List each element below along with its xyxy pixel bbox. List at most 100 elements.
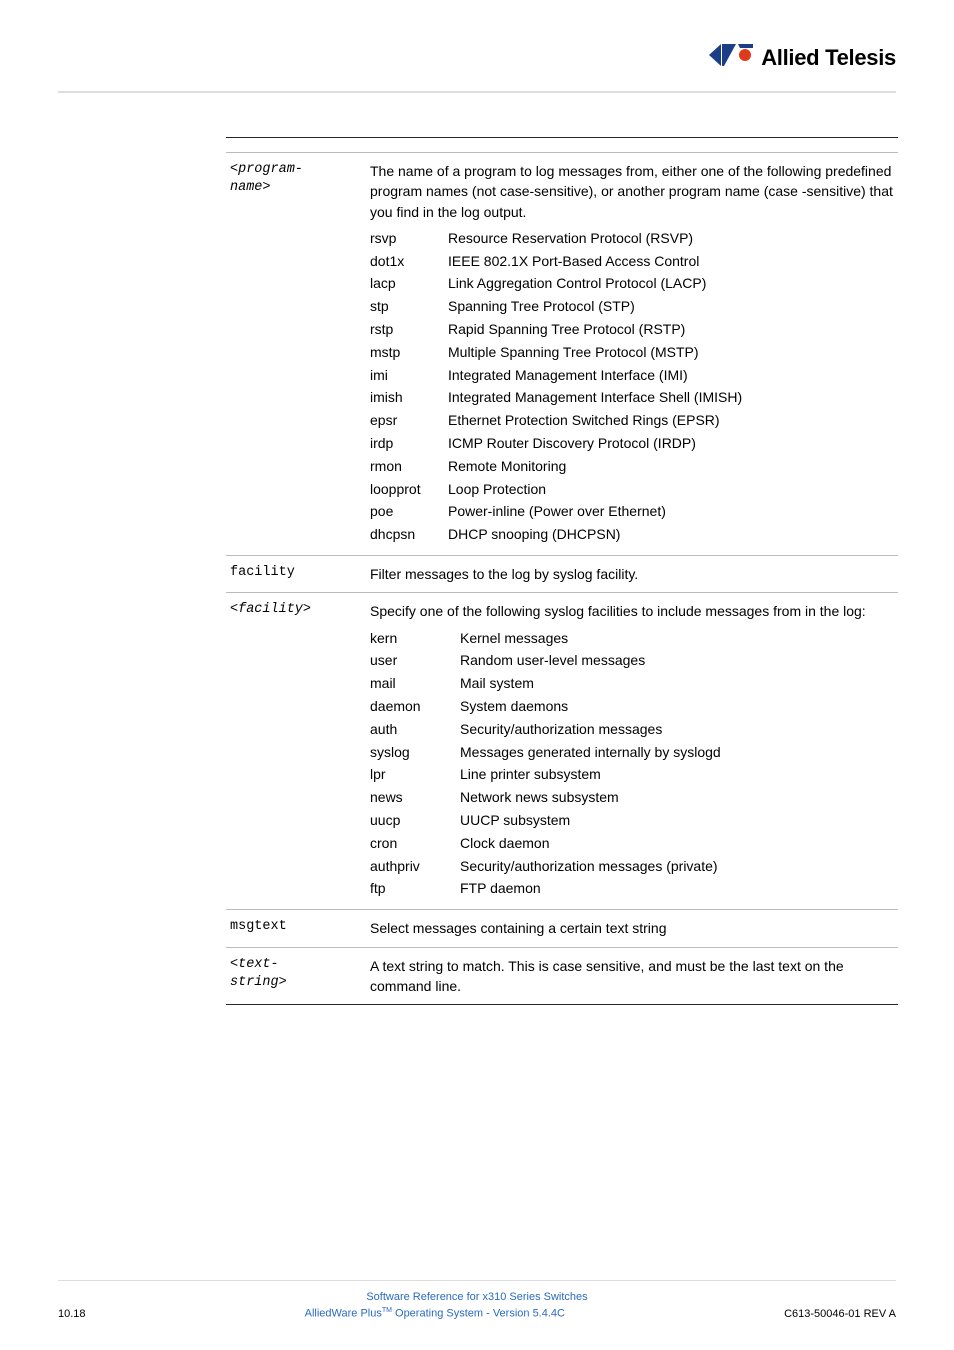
list-item-value: Rapid Spanning Tree Protocol (RSTP)	[448, 319, 894, 339]
list-item-key: news	[370, 787, 460, 807]
list-item-key: lpr	[370, 764, 460, 784]
list-item: imiIntegrated Management Interface (IMI)	[370, 365, 894, 385]
list-item: rstpRapid Spanning Tree Protocol (RSTP)	[370, 319, 894, 339]
brand-logo: Allied Telesis	[709, 44, 896, 71]
list-item-value: Ethernet Protection Switched Rings (EPSR…	[448, 410, 894, 430]
table-rule	[226, 137, 898, 138]
list-item-value: Resource Reservation Protocol (RSVP)	[448, 228, 894, 248]
param-label: <text- string>	[230, 956, 370, 992]
list-item: stpSpanning Tree Protocol (STP)	[370, 296, 894, 316]
list-item: mstpMultiple Spanning Tree Protocol (MST…	[370, 342, 894, 362]
page-footer: Software Reference for x310 Series Switc…	[58, 1280, 896, 1320]
list-item-key: loopprot	[370, 479, 448, 499]
list-item-key: rmon	[370, 456, 448, 476]
list-item: newsNetwork news subsystem	[370, 787, 894, 807]
list-item-key: poe	[370, 501, 448, 521]
list-item-key: irdp	[370, 433, 448, 453]
list-item-value: Integrated Management Interface (IMI)	[448, 365, 894, 385]
list-item: poePower-inline (Power over Ethernet)	[370, 501, 894, 521]
list-item: cronClock daemon	[370, 833, 894, 853]
brand-name: Allied Telesis	[761, 45, 896, 71]
list-item-value: DHCP snooping (DHCPSN)	[448, 524, 894, 544]
list-item-value: IEEE 802.1X Port-Based Access Control	[448, 251, 894, 271]
list-item: userRandom user-level messages	[370, 650, 894, 670]
list-item: loopprotLoop Protection	[370, 479, 894, 499]
list-item-key: auth	[370, 719, 460, 739]
list-item-value: ICMP Router Discovery Protocol (IRDP)	[448, 433, 894, 453]
list-item-key: epsr	[370, 410, 448, 430]
footer-product-prefix: AlliedWare Plus	[305, 1308, 382, 1320]
list-item: lprLine printer subsystem	[370, 764, 894, 784]
list-item-value: Random user-level messages	[460, 650, 894, 670]
param-row-msgtext: msgtext Select messages containing a cer…	[226, 910, 898, 946]
list-item: kernKernel messages	[370, 628, 894, 648]
list-item: irdpICMP Router Discovery Protocol (IRDP…	[370, 433, 894, 453]
param-label: <facility>	[230, 601, 370, 619]
list-item-value: Multiple Spanning Tree Protocol (MSTP)	[448, 342, 894, 362]
list-item-value: Messages generated internally by syslogd	[460, 742, 894, 762]
list-item-key: rsvp	[370, 228, 448, 248]
list-item: dot1xIEEE 802.1X Port-Based Access Contr…	[370, 251, 894, 271]
header-rule	[58, 91, 896, 93]
param-label: <program- name>	[230, 161, 370, 197]
list-item-key: mail	[370, 673, 460, 693]
list-item-key: kern	[370, 628, 460, 648]
list-item: authprivSecurity/authorization messages …	[370, 856, 894, 876]
list-item-key: uucp	[370, 810, 460, 830]
list-item-value: Network news subsystem	[460, 787, 894, 807]
trademark-icon: TM	[382, 1307, 392, 1314]
param-label: msgtext	[230, 918, 370, 936]
list-item-value: Spanning Tree Protocol (STP)	[448, 296, 894, 316]
list-item: daemonSystem daemons	[370, 696, 894, 716]
list-item-value: Mail system	[460, 673, 894, 693]
list-item-value: Line printer subsystem	[460, 764, 894, 784]
param-description: Specify one of the following syslog faci…	[370, 601, 894, 621]
param-description: Filter messages to the log by syslog fac…	[370, 564, 894, 584]
param-row-program-name: <program- name> The name of a program to…	[226, 153, 898, 555]
list-item-key: dhcpsn	[370, 524, 448, 544]
footer-product-suffix: Operating System - Version 5.4.4C	[392, 1308, 565, 1320]
header-logo-row: Allied Telesis	[58, 44, 896, 71]
table-rule	[226, 1004, 898, 1005]
list-item-value: Loop Protection	[448, 479, 894, 499]
list-item-key: mstp	[370, 342, 448, 362]
footer-doc-ref: C613-50046-01 REV A	[784, 1308, 896, 1320]
list-item-value: Security/authorization messages (private…	[460, 856, 894, 876]
list-item-value: Link Aggregation Control Protocol (LACP)	[448, 273, 894, 293]
list-item-key: imi	[370, 365, 448, 385]
list-item-key: imish	[370, 387, 448, 407]
param-row-text-string: <text- string> A text string to match. T…	[226, 948, 898, 1005]
param-label: facility	[230, 564, 370, 582]
param-description: A text string to match. This is case sen…	[370, 956, 894, 997]
list-item: dhcpsnDHCP snooping (DHCPSN)	[370, 524, 894, 544]
list-item-value: FTP daemon	[460, 878, 894, 898]
param-description: Select messages containing a certain tex…	[370, 918, 894, 938]
list-item-key: dot1x	[370, 251, 448, 271]
list-item-key: daemon	[370, 696, 460, 716]
list-item: uucpUUCP subsystem	[370, 810, 894, 830]
param-row-facility: facility Filter messages to the log by s…	[226, 556, 898, 592]
list-item-value: Clock daemon	[460, 833, 894, 853]
list-item-value: Kernel messages	[460, 628, 894, 648]
parameter-table: <program- name> The name of a program to…	[226, 137, 898, 1005]
list-item-value: Power-inline (Power over Ethernet)	[448, 501, 894, 521]
list-item-key: rstp	[370, 319, 448, 339]
footer-title: Software Reference for x310 Series Switc…	[58, 1291, 896, 1303]
list-item: mailMail system	[370, 673, 894, 693]
param-description: The name of a program to log messages fr…	[370, 161, 894, 222]
list-item: rmonRemote Monitoring	[370, 456, 894, 476]
brand-mark-icon	[709, 44, 753, 71]
list-item: lacpLink Aggregation Control Protocol (L…	[370, 273, 894, 293]
list-item-value: UUCP subsystem	[460, 810, 894, 830]
list-item-key: syslog	[370, 742, 460, 762]
list-item-value: Remote Monitoring	[448, 456, 894, 476]
list-item: ftpFTP daemon	[370, 878, 894, 898]
footer-rule	[58, 1280, 896, 1281]
list-item-value: Integrated Management Interface Shell (I…	[448, 387, 894, 407]
list-item: authSecurity/authorization messages	[370, 719, 894, 739]
footer-page-number: 10.18	[58, 1308, 86, 1320]
list-item-value: Security/authorization messages	[460, 719, 894, 739]
list-item-key: lacp	[370, 273, 448, 293]
list-item: imishIntegrated Management Interface She…	[370, 387, 894, 407]
list-item-key: user	[370, 650, 460, 670]
